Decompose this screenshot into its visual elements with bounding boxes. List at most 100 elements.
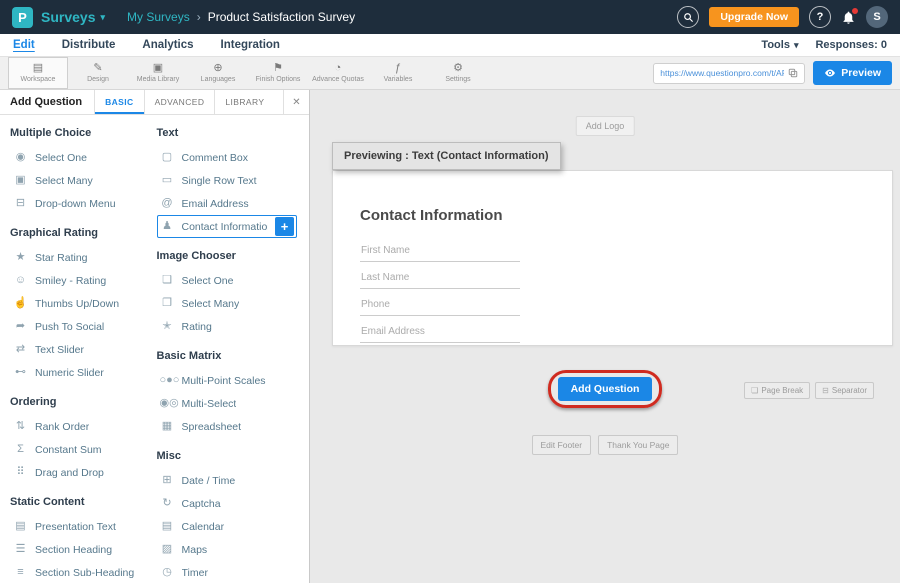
timer-icon: ◷ xyxy=(160,567,175,578)
question-type-timer[interactable]: ◷ Timer xyxy=(157,561,298,583)
question-type-smiley-rating[interactable]: ☺ Smiley - Rating xyxy=(10,269,151,292)
question-type-section-heading[interactable]: ☰ Section Heading xyxy=(10,538,151,561)
question-type-label: Comment Box xyxy=(182,152,249,164)
responses-count[interactable]: Responses: 0 xyxy=(815,39,887,51)
question-type-thumbs-up-down[interactable]: ☝ Thumbs Up/Down xyxy=(10,292,151,315)
chevron-down-icon: ▾ xyxy=(794,41,799,50)
date-time-icon: ⊞ xyxy=(160,475,175,486)
question-type-spreadsheet[interactable]: ▦ Spreadsheet xyxy=(157,415,298,438)
question-type-drop-down-menu[interactable]: ⊟ Drop-down Menu xyxy=(10,192,151,215)
question-section-heading: Graphical Rating xyxy=(10,227,151,240)
toolbar-item-workspace[interactable]: ▤ Workspace xyxy=(8,57,68,89)
question-type-label: Spreadsheet xyxy=(182,421,242,433)
toolbar-item-design[interactable]: ✎ Design xyxy=(68,57,128,89)
search-button[interactable] xyxy=(677,6,699,28)
nav-tab-integration[interactable]: Integration xyxy=(221,39,280,51)
question-type-captcha[interactable]: ↻ Captcha xyxy=(157,492,298,515)
question-type-label: Captcha xyxy=(182,498,221,510)
question-type-multi-point-scales[interactable]: ○●○ Multi-Point Scales xyxy=(157,369,298,392)
nav-tab-edit[interactable]: Edit xyxy=(13,39,35,51)
close-panel-button[interactable]: ✕ xyxy=(283,90,309,114)
add-question-panel: Add Question BASICADVANCEDLIBRARY ✕ Mult… xyxy=(0,90,310,583)
toolbar-item-finish-options[interactable]: ⚑ Finish Options xyxy=(248,57,308,89)
question-type-star-rating[interactable]: ★ Star Rating xyxy=(10,246,151,269)
surveys-product-menu[interactable]: Surveys ▾ xyxy=(41,9,105,25)
question-type-label: Select One xyxy=(35,152,87,164)
form-field-last-name[interactable]: Last Name xyxy=(360,267,520,289)
question-type-constant-sum[interactable]: Σ Constant Sum xyxy=(10,438,151,461)
question-type-label: Date / Time xyxy=(182,475,236,487)
question-type-select-one[interactable]: ◉ Select One xyxy=(10,146,151,169)
notifications-button[interactable] xyxy=(841,10,856,25)
question-type-text-slider[interactable]: ⇄ Text Slider xyxy=(10,338,151,361)
page-break-button[interactable]: ❏ Page Break xyxy=(744,382,810,399)
question-type-section: Misc ⊞ Date / Time ↻ Captcha xyxy=(157,450,298,583)
question-type-rating[interactable]: ✭ Rating xyxy=(157,315,298,338)
question-type-select-one[interactable]: ❏ Select One xyxy=(157,269,298,292)
question-type-drag-and-drop[interactable]: ⠿ Drag and Drop xyxy=(10,461,151,484)
toolbar-item-label: Finish Options xyxy=(256,76,301,83)
question-type-contact-information[interactable]: ♟ Contact Information + xyxy=(157,215,298,238)
panel-tab-library[interactable]: LIBRARY xyxy=(214,90,274,114)
nav-tab-analytics[interactable]: Analytics xyxy=(142,39,193,51)
panel-tab-basic[interactable]: BASIC xyxy=(94,90,143,114)
add-question-type-button[interactable]: + xyxy=(275,217,294,236)
question-section-heading: Text xyxy=(157,127,298,140)
share-icon: ➦ xyxy=(13,321,28,332)
account-avatar[interactable]: S xyxy=(866,6,888,28)
form-field-phone[interactable]: Phone xyxy=(360,294,520,316)
question-type-email-address[interactable]: @ Email Address xyxy=(157,192,298,215)
copy-icon[interactable] xyxy=(788,68,798,78)
separator-button[interactable]: ⊟ Separator xyxy=(815,382,874,399)
preview-button[interactable]: Preview xyxy=(813,61,892,85)
toolbar-item-settings[interactable]: ⚙ Settings xyxy=(428,57,488,89)
panel-tab-advanced[interactable]: ADVANCED xyxy=(144,90,215,114)
image-select-one-icon: ❏ xyxy=(160,275,175,286)
question-type-push-to-social[interactable]: ➦ Push To Social xyxy=(10,315,151,338)
form-field-email-address[interactable]: Email Address xyxy=(360,321,520,343)
question-type-rank-order[interactable]: ⇅ Rank Order xyxy=(10,415,151,438)
question-type-presentation-text[interactable]: ▤ Presentation Text xyxy=(10,515,151,538)
toolbar-item-advance-quotas[interactable]: ◔ Advance Quotas xyxy=(308,57,368,89)
search-icon xyxy=(683,12,694,23)
question-type-select-many[interactable]: ▣ Select Many xyxy=(10,169,151,192)
nav-tab-distribute[interactable]: Distribute xyxy=(62,39,116,51)
form-field-first-name[interactable]: First Name xyxy=(360,240,520,262)
breadcrumb-my-surveys[interactable]: My Surveys xyxy=(127,10,190,24)
workspace-icon: ▤ xyxy=(33,63,43,74)
question-type-comment-box[interactable]: ▢ Comment Box xyxy=(157,146,298,169)
question-type-multi-select[interactable]: ◉◎ Multi-Select xyxy=(157,392,298,415)
design-icon: ✎ xyxy=(93,63,102,74)
thank-you-page-button[interactable]: Thank You Page xyxy=(598,435,678,455)
question-type-maps[interactable]: ▨ Maps xyxy=(157,538,298,561)
toolbar-items: ▤ Workspace ✎ Design ▣ Media Library ⊕ L… xyxy=(8,57,488,89)
toolbar-item-label: Languages xyxy=(201,76,236,83)
preview-label: Preview xyxy=(841,67,881,79)
survey-question-card[interactable]: Contact Information First Name Last Name… xyxy=(332,170,893,346)
question-type-single-row-text[interactable]: ▭ Single Row Text xyxy=(157,169,298,192)
add-question-button[interactable]: Add Question xyxy=(558,377,653,401)
add-logo-button[interactable]: Add Logo xyxy=(576,116,635,136)
question-type-date-time[interactable]: ⊞ Date / Time xyxy=(157,469,298,492)
maps-icon: ▨ xyxy=(160,544,175,555)
image-select-many-icon: ❐ xyxy=(160,298,175,309)
upgrade-button[interactable]: Upgrade Now xyxy=(709,7,799,27)
question-type-section-sub-heading[interactable]: ≡ Section Sub-Heading xyxy=(10,561,151,583)
avatar-letter: S xyxy=(873,11,880,23)
survey-url-field[interactable]: https://www.questionpro.com/t/AP53kZgUI xyxy=(653,63,805,84)
question-type-label: Drop-down Menu xyxy=(35,198,116,210)
toolbar-item-variables[interactable]: ƒ Variables xyxy=(368,57,428,89)
question-type-section: Graphical Rating ★ Star Rating ☺ Smiley … xyxy=(10,227,151,384)
toolbar-item-media-library[interactable]: ▣ Media Library xyxy=(128,57,188,89)
question-type-calendar[interactable]: ▤ Calendar xyxy=(157,515,298,538)
toolbar-item-languages[interactable]: ⊕ Languages xyxy=(188,57,248,89)
question-type-select-many[interactable]: ❐ Select Many xyxy=(157,292,298,315)
breadcrumb-separator-icon: › xyxy=(197,10,201,24)
questionpro-logo[interactable]: P xyxy=(12,7,33,28)
question-type-numeric-slider[interactable]: ⊷ Numeric Slider xyxy=(10,361,151,384)
tools-menu[interactable]: Tools ▾ xyxy=(761,39,798,51)
spreadsheet-icon: ▦ xyxy=(160,421,175,432)
edit-footer-button[interactable]: Edit Footer xyxy=(532,435,592,455)
question-type-label: Thumbs Up/Down xyxy=(35,298,119,310)
help-button[interactable]: ? xyxy=(809,6,831,28)
